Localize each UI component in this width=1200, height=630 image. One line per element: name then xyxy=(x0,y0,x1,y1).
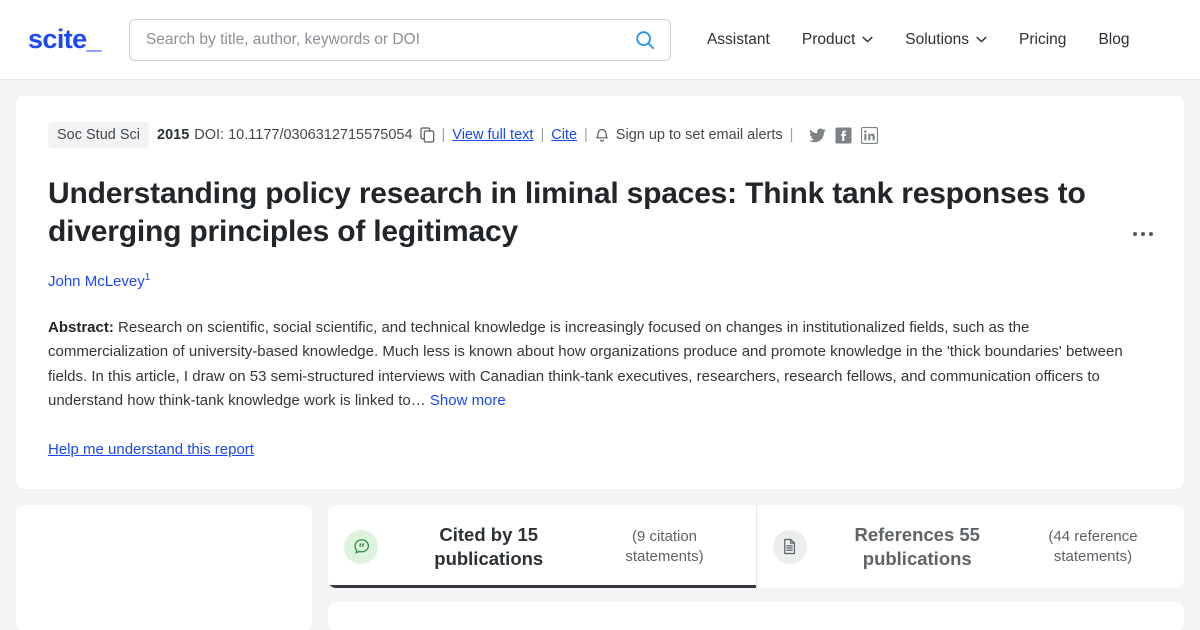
paper-meta-row: Soc Stud Sci 2015 DOI: 10.1177/030631271… xyxy=(48,122,1152,148)
bell-icon[interactable] xyxy=(595,127,609,143)
abstract-body: Research on scientific, social scientifi… xyxy=(48,319,1123,410)
help-understand-report-link[interactable]: Help me understand this report xyxy=(48,441,254,458)
site-header: scite_ Assistant Product Solutions Prici… xyxy=(0,0,1200,80)
search-box[interactable] xyxy=(128,18,671,61)
nav-item-assistant[interactable]: Assistant xyxy=(695,31,786,49)
nav-label: Solutions xyxy=(905,30,970,48)
document-icon xyxy=(784,539,796,555)
meta-separator: | xyxy=(584,127,588,143)
facebook-icon[interactable] xyxy=(835,127,852,144)
scite-logo[interactable]: scite_ xyxy=(28,26,102,53)
kebab-dot xyxy=(1133,232,1137,236)
abstract-label: Abstract: xyxy=(48,319,114,337)
journal-badge: Soc Stud Sci xyxy=(48,122,150,148)
paper-card: Soc Stud Sci 2015 DOI: 10.1177/030631271… xyxy=(16,96,1184,490)
nav-item-blog[interactable]: Blog xyxy=(1082,31,1145,49)
search-icon[interactable] xyxy=(634,29,656,51)
nav-label: Assistant xyxy=(706,30,770,48)
nav-label: Pricing xyxy=(1019,30,1067,48)
author-affiliation-marker: 1 xyxy=(144,272,151,284)
bottom-section: Cited by 15 publications (9 citation sta… xyxy=(16,505,1184,630)
main-nav: Assistant Product Solutions Pricing Blog xyxy=(695,31,1146,49)
quote-bubble-icon xyxy=(353,539,369,554)
document-badge xyxy=(772,529,807,564)
tab-references-title: References 55 publications xyxy=(854,523,980,569)
citation-results-panel xyxy=(328,602,1184,630)
citation-tabs: Cited by 15 publications (9 citation sta… xyxy=(328,505,1185,589)
sidebar-panel xyxy=(16,505,312,630)
publication-year: 2015 xyxy=(157,127,190,143)
kebab-dot xyxy=(1149,232,1153,236)
tab-cited-by-subtitle: (9 citation statements) xyxy=(625,527,704,565)
nav-item-solutions[interactable]: Solutions xyxy=(889,31,1003,49)
tab-references[interactable]: References 55 publications (44 reference… xyxy=(755,505,1185,589)
nav-label: Blog xyxy=(1098,30,1130,48)
tab-cited-by[interactable]: Cited by 15 publications (9 citation sta… xyxy=(328,505,756,589)
nav-item-product[interactable]: Product xyxy=(786,31,889,49)
meta-separator: | xyxy=(789,127,794,143)
author-link[interactable]: John McLevey1 xyxy=(48,272,1152,290)
abstract-text: Abstract: Research on scientific, social… xyxy=(48,316,1152,413)
meta-separator: | xyxy=(540,127,545,143)
search-input[interactable] xyxy=(145,30,634,49)
chevron-down-icon xyxy=(862,36,873,43)
author-name: John McLevey xyxy=(48,273,145,291)
chevron-down-icon xyxy=(976,36,987,43)
cite-link[interactable]: Cite xyxy=(551,127,577,143)
page-body: Soc Stud Sci 2015 DOI: 10.1177/030631271… xyxy=(0,80,1200,630)
twitter-icon[interactable] xyxy=(809,127,827,144)
meta-separator: | xyxy=(441,127,446,143)
tab-references-subtitle: (44 reference statements) xyxy=(1048,527,1138,565)
email-alerts-label[interactable]: Sign up to set email alerts xyxy=(616,127,783,143)
copy-icon[interactable] xyxy=(419,127,435,143)
linkedin-icon[interactable] xyxy=(861,126,879,144)
page-title: Understanding policy research in liminal… xyxy=(48,177,1086,249)
kebab-dot xyxy=(1141,232,1145,236)
tab-cited-by-title: Cited by 15 publications xyxy=(434,523,544,569)
nav-item-pricing[interactable]: Pricing xyxy=(1003,31,1082,49)
more-options-button[interactable] xyxy=(1127,226,1159,242)
social-share-group xyxy=(809,126,879,144)
quote-bubble-badge xyxy=(344,529,378,564)
tabs-column: Cited by 15 publications (9 citation sta… xyxy=(328,505,1184,630)
nav-label: Product xyxy=(801,30,856,48)
doi-text: DOI: 10.1177/0306312715575054 xyxy=(194,127,413,143)
view-full-text-link[interactable]: View full text xyxy=(452,127,533,143)
show-more-link[interactable]: Show more xyxy=(430,392,506,409)
